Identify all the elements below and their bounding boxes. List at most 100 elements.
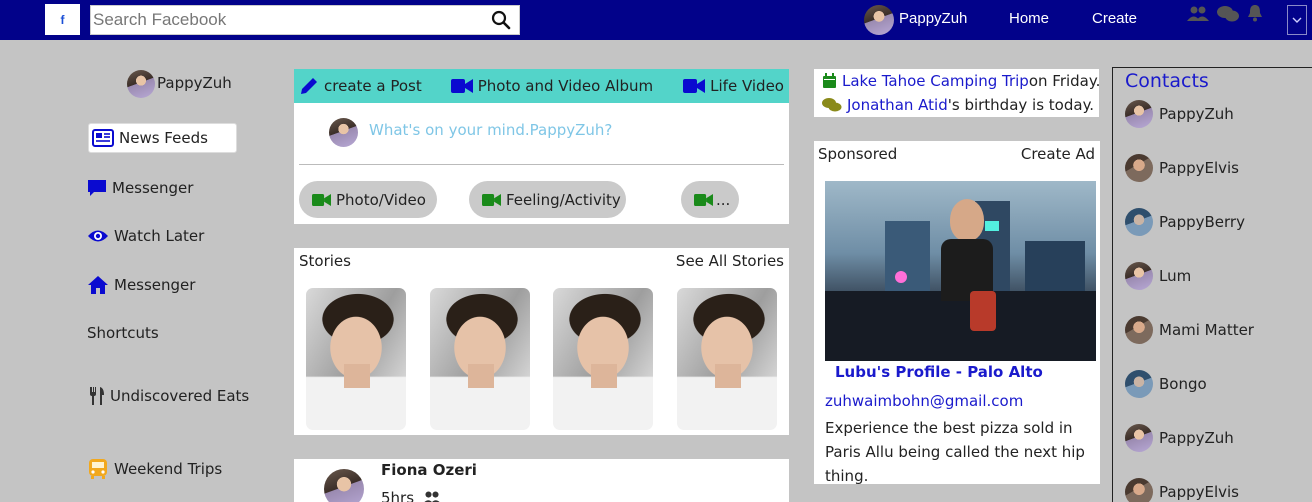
contact-avatar bbox=[1125, 424, 1153, 452]
stories-title: Stories bbox=[299, 252, 351, 270]
contact-item[interactable]: PappyZuh bbox=[1125, 424, 1234, 452]
birthday-item: Jonathan Atid 's birthday is today. bbox=[822, 96, 1094, 114]
contact-avatar bbox=[1125, 316, 1153, 344]
pencil-icon bbox=[301, 78, 317, 94]
comments-icon bbox=[822, 98, 842, 112]
contact-avatar bbox=[1125, 370, 1153, 398]
tab-create-post[interactable]: create a Post bbox=[299, 76, 422, 96]
video-camera-icon bbox=[482, 193, 501, 206]
bus-icon bbox=[89, 459, 107, 479]
ad-image[interactable] bbox=[825, 181, 1096, 361]
birthday-link[interactable]: Jonathan Atid bbox=[847, 96, 948, 114]
contacts-title: Contacts bbox=[1125, 70, 1209, 92]
calendar-icon bbox=[823, 73, 836, 88]
tab-photo-video-album[interactable]: Photo and Video Album bbox=[450, 77, 654, 95]
contact-name: Bongo bbox=[1159, 375, 1207, 393]
story-card[interactable] bbox=[677, 288, 777, 430]
nav-home-link[interactable]: Home bbox=[1009, 10, 1049, 27]
sidebar-item-messenger[interactable]: Messenger bbox=[87, 178, 193, 198]
shortcuts-heading: Shortcuts bbox=[87, 324, 159, 342]
composer-avatar bbox=[329, 118, 358, 147]
contact-name: Mami Matter bbox=[1159, 321, 1254, 339]
story-card[interactable] bbox=[306, 288, 406, 430]
event-item: Lake Tahoe Camping Trip on Friday. bbox=[822, 72, 1100, 90]
story-card[interactable] bbox=[430, 288, 530, 430]
button-label: ... bbox=[716, 190, 731, 209]
contact-item[interactable]: PappyBerry bbox=[1125, 208, 1245, 236]
post-composer: create a Post Photo and Video Album Life… bbox=[294, 69, 789, 224]
create-ad-link[interactable]: Create Ad bbox=[1021, 145, 1095, 163]
contact-item[interactable]: Mami Matter bbox=[1125, 316, 1254, 344]
friends-icon[interactable] bbox=[1187, 6, 1209, 22]
sidebar-item-watch-later[interactable]: Watch Later bbox=[87, 227, 204, 245]
friends-audience-icon bbox=[424, 491, 440, 502]
contact-item[interactable]: Bongo bbox=[1125, 370, 1207, 398]
contacts-panel: Contacts PappyZuh PappyElvis PappyBerry … bbox=[1112, 67, 1312, 502]
event-text: on Friday. bbox=[1028, 72, 1101, 90]
button-label: Photo/Video bbox=[336, 190, 426, 209]
shortcut-undiscovered-eats[interactable]: Undiscovered Eats bbox=[87, 386, 249, 406]
contact-item[interactable]: Lum bbox=[1125, 262, 1191, 290]
tab-label: Photo and Video Album bbox=[477, 77, 654, 95]
story-card[interactable] bbox=[553, 288, 653, 430]
contact-item[interactable]: PappyElvis bbox=[1125, 154, 1239, 182]
button-label: Feeling/Activity bbox=[506, 190, 621, 209]
facebook-logo[interactable]: f bbox=[45, 4, 80, 35]
contact-avatar bbox=[1125, 262, 1153, 290]
feeling-activity-button[interactable]: Feeling/Activity bbox=[469, 181, 626, 218]
contact-item[interactable]: PappyElvis bbox=[1125, 478, 1239, 502]
sidebar-item-label: Watch Later bbox=[114, 227, 205, 245]
sidebar-item-news-feeds[interactable]: News Feeds bbox=[88, 123, 237, 153]
events-panel: Lake Tahoe Camping Trip on Friday. Jonat… bbox=[814, 69, 1100, 117]
composer-prompt[interactable]: What's on your mind.PappyZuh? bbox=[369, 121, 612, 139]
contact-name: PappyElvis bbox=[1159, 483, 1239, 501]
shortcut-weekend-trips[interactable]: Weekend Trips bbox=[87, 458, 222, 480]
tab-label: Life Video bbox=[710, 77, 784, 95]
newspaper-icon bbox=[92, 129, 114, 147]
post-time: 5hrs bbox=[381, 489, 415, 502]
contact-avatar bbox=[1125, 478, 1153, 502]
ad-profile-link[interactable]: Lubu's Profile - Palo Alto bbox=[835, 363, 1043, 381]
chat-bubble-icon bbox=[88, 180, 106, 196]
ad-email-link[interactable]: zuhwaimbohn@gmail.com bbox=[825, 392, 1023, 410]
sidebar-item-home-messenger[interactable]: Messenger bbox=[87, 275, 195, 295]
sponsored-panel: Sponsored Create Ad Lubu's Profile - Pal… bbox=[814, 141, 1100, 485]
more-actions-button[interactable]: ... bbox=[681, 181, 739, 218]
eye-icon bbox=[88, 230, 108, 242]
composer-divider bbox=[299, 164, 784, 165]
topbar-user-name[interactable]: PappyZuh bbox=[899, 10, 967, 27]
sidebar-item-label: News Feeds bbox=[119, 129, 208, 147]
contact-avatar bbox=[1125, 100, 1153, 128]
chevron-down-icon bbox=[1292, 17, 1302, 23]
post-meta: 5hrs bbox=[381, 489, 442, 502]
feed-post: Fiona Ozeri 5hrs bbox=[294, 459, 789, 502]
notifications-bell-icon[interactable] bbox=[1247, 4, 1263, 22]
event-link[interactable]: Lake Tahoe Camping Trip bbox=[842, 72, 1029, 90]
ad-description: Experience the best pizza sold in Paris … bbox=[825, 419, 1085, 485]
search-input[interactable] bbox=[91, 6, 483, 34]
search-box bbox=[90, 5, 520, 35]
messages-icon[interactable] bbox=[1217, 5, 1239, 23]
sponsored-label: Sponsored bbox=[818, 145, 898, 163]
post-author-name[interactable]: Fiona Ozeri bbox=[381, 461, 477, 479]
contact-name: PappyElvis bbox=[1159, 159, 1239, 177]
sidebar-user-name[interactable]: PappyZuh bbox=[157, 74, 232, 92]
contact-name: PappyZuh bbox=[1159, 429, 1234, 447]
video-camera-icon bbox=[312, 193, 331, 206]
sidebar-item-label: Messenger bbox=[112, 179, 194, 197]
shortcut-label: Undiscovered Eats bbox=[110, 387, 250, 405]
search-icon[interactable] bbox=[491, 10, 511, 30]
contact-avatar bbox=[1125, 154, 1153, 182]
account-menu-dropdown[interactable] bbox=[1287, 5, 1307, 35]
contact-item[interactable]: PappyZuh bbox=[1125, 100, 1234, 128]
contact-name: PappyBerry bbox=[1159, 213, 1245, 231]
nav-create-link[interactable]: Create bbox=[1092, 10, 1137, 27]
tab-life-video[interactable]: Life Video bbox=[683, 77, 784, 95]
contact-name: PappyZuh bbox=[1159, 105, 1234, 123]
photo-video-button[interactable]: Photo/Video bbox=[299, 181, 437, 218]
post-author-avatar[interactable] bbox=[324, 469, 364, 502]
topbar-avatar[interactable] bbox=[864, 5, 894, 35]
sidebar-avatar[interactable] bbox=[127, 70, 155, 98]
tab-label: create a Post bbox=[324, 77, 422, 95]
see-all-stories-link[interactable]: See All Stories bbox=[676, 252, 784, 270]
